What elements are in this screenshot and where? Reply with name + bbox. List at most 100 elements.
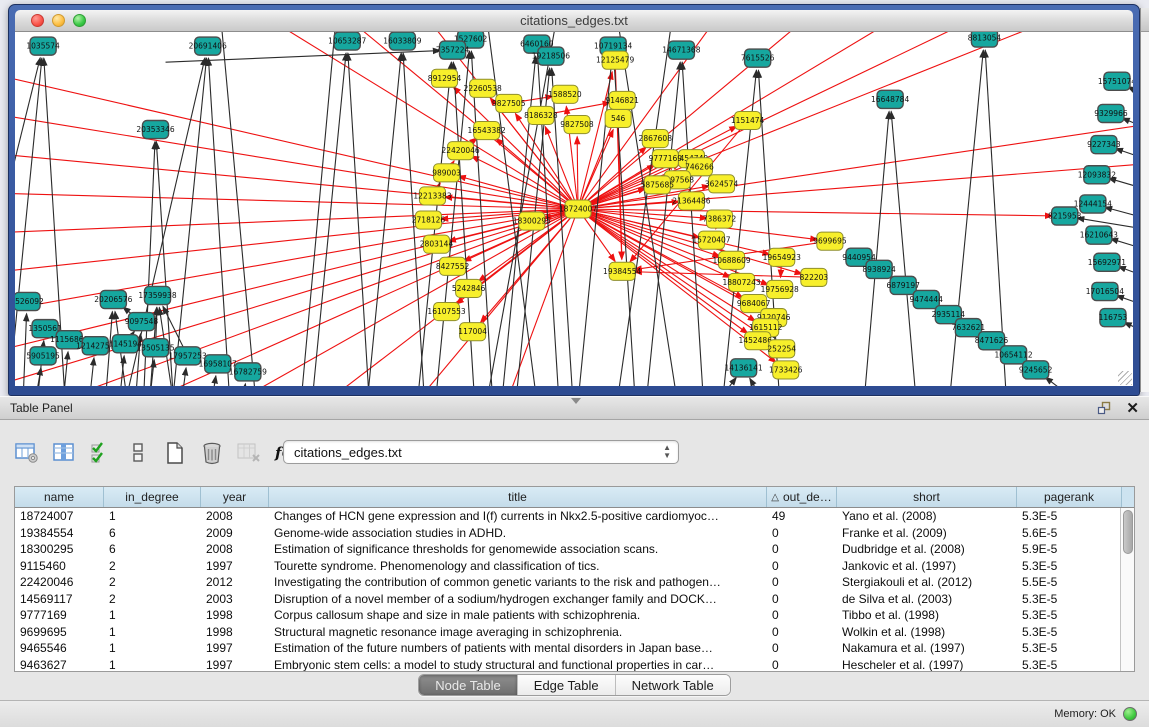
- table-cell[interactable]: 0: [767, 607, 837, 624]
- graph-node[interactable]: 9777169: [649, 150, 683, 168]
- graph-node[interactable]: 19756928: [761, 280, 799, 298]
- graph-node[interactable]: 2526092: [15, 292, 44, 310]
- graph-node[interactable]: 7615526: [741, 49, 775, 67]
- graph-node[interactable]: 15720407: [692, 231, 730, 249]
- new-table-icon[interactable]: [162, 440, 188, 466]
- table-row[interactable]: 946554611997Estimation of the future num…: [15, 640, 1134, 657]
- table-cell[interactable]: 5.3E-5: [1017, 657, 1122, 673]
- graph-node[interactable]: 20206576: [94, 290, 132, 308]
- table-row[interactable]: 946362711997Embryonic stem cells: a mode…: [15, 657, 1134, 673]
- vertical-scrollbar[interactable]: [1120, 508, 1134, 671]
- window-resize-grip[interactable]: [1118, 371, 1132, 385]
- graph-node[interactable]: 8813054: [968, 32, 1002, 47]
- table-cell[interactable]: 0: [767, 624, 837, 641]
- tab-edge-table[interactable]: Edge Table: [518, 675, 616, 695]
- table-cell[interactable]: 1: [104, 657, 201, 673]
- citation-edge-black[interactable]: [242, 384, 246, 386]
- float-panel-icon[interactable]: [1097, 401, 1112, 415]
- table-cell[interactable]: 2003: [201, 591, 269, 608]
- select-columns-icon[interactable]: [88, 440, 114, 466]
- table-cell[interactable]: 0: [767, 558, 837, 575]
- graph-node[interactable]: 14136141: [724, 359, 762, 377]
- graph-node[interactable]: 1151474: [731, 111, 765, 129]
- table-cell[interactable]: 5.3E-5: [1017, 558, 1122, 575]
- citation-edge-black[interactable]: [1108, 178, 1133, 189]
- table-cell[interactable]: 5.9E-5: [1017, 541, 1122, 558]
- table-row[interactable]: 1830029562008Estimation of significance …: [15, 541, 1134, 558]
- table-cell[interactable]: 5.3E-5: [1017, 624, 1122, 641]
- graph-node[interactable]: 252254: [767, 340, 796, 358]
- row-height-icon[interactable]: [125, 440, 151, 466]
- table-cell[interactable]: Nakamura et al. (1997): [837, 640, 1017, 657]
- column-header-year[interactable]: year: [201, 487, 269, 507]
- table-cell[interactable]: 5.3E-5: [1017, 607, 1122, 624]
- table-row[interactable]: 969969511998Structural magnetic resonanc…: [15, 624, 1134, 641]
- table-cell[interactable]: 0: [767, 525, 837, 542]
- column-header-pagerank[interactable]: pagerank: [1017, 487, 1122, 507]
- citation-edge-black[interactable]: [891, 111, 916, 386]
- graph-node[interactable]: 7386372: [703, 210, 737, 228]
- graph-node[interactable]: 16210643: [1080, 226, 1118, 244]
- table-cell[interactable]: 2: [104, 558, 201, 575]
- table-cell[interactable]: 1: [104, 624, 201, 641]
- citation-edge-black[interactable]: [750, 378, 764, 386]
- delete-column-icon[interactable]: [236, 440, 262, 466]
- table-cell[interactable]: 9115460: [15, 558, 104, 575]
- table-row[interactable]: 977716911998Corpus callosum shape and si…: [15, 607, 1134, 624]
- table-cell[interactable]: 0: [767, 541, 837, 558]
- table-cell[interactable]: 2008: [201, 541, 269, 558]
- close-window-icon[interactable]: [31, 14, 44, 27]
- table-cell[interactable]: 9463627: [15, 657, 104, 673]
- graph-node[interactable]: 15751074: [1098, 72, 1133, 90]
- graph-node[interactable]: 989003: [432, 164, 461, 182]
- graph-node[interactable]: 14671368: [662, 41, 700, 59]
- table-cell[interactable]: Corpus callosum shape and size in male p…: [269, 607, 767, 624]
- network-canvas[interactable]: 1035574206914061065328716033809881305415…: [15, 32, 1133, 386]
- graph-node[interactable]: 2867608: [639, 130, 673, 148]
- table-cell[interactable]: 9777169: [15, 607, 104, 624]
- minimize-window-icon[interactable]: [52, 14, 65, 27]
- citation-edge-black[interactable]: [23, 314, 27, 386]
- table-cell[interactable]: Investigating the contribution of common…: [269, 574, 767, 591]
- graph-node[interactable]: 8938924: [862, 260, 896, 278]
- splitter-handle-icon[interactable]: [571, 398, 581, 404]
- table-cell[interactable]: 1998: [201, 624, 269, 641]
- table-cell[interactable]: 22420046: [15, 574, 104, 591]
- column-header-out_de[interactable]: △out_de…: [767, 487, 837, 507]
- graph-node[interactable]: 15692971: [1088, 253, 1126, 271]
- table-cell[interactable]: 5.3E-5: [1017, 508, 1122, 525]
- table-cell[interactable]: Genome-wide association studies in ADHD.: [269, 525, 767, 542]
- citation-edge-black[interactable]: [1116, 295, 1133, 305]
- graph-node[interactable]: 9827508: [560, 115, 594, 133]
- table-cell[interactable]: Hescheler et al. (1997): [837, 657, 1017, 673]
- citation-edge-red[interactable]: [15, 210, 569, 273]
- graph-node[interactable]: 5242846: [452, 279, 486, 297]
- citation-edge-black[interactable]: [89, 358, 94, 386]
- table-row[interactable]: 1938455462009Genome-wide association stu…: [15, 525, 1134, 542]
- table-cell[interactable]: 1997: [201, 657, 269, 673]
- graph-node[interactable]: 5875685: [641, 176, 675, 194]
- table-row[interactable]: 1872400712008Changes of HCN gene express…: [15, 508, 1134, 525]
- table-cell[interactable]: 5.6E-5: [1017, 525, 1122, 542]
- citation-edge-black[interactable]: [1115, 149, 1133, 159]
- table-cell[interactable]: 9465546: [15, 640, 104, 657]
- graph-node[interactable]: 117004: [458, 323, 487, 341]
- zoom-window-icon[interactable]: [73, 14, 86, 27]
- graph-node[interactable]: 8186328: [524, 106, 558, 124]
- table-cell[interactable]: 6: [104, 541, 201, 558]
- table-cell[interactable]: Dudbridge et al. (2008): [837, 541, 1017, 558]
- table-cell[interactable]: 5.3E-5: [1017, 640, 1122, 657]
- graph-node[interactable]: 9245652: [1019, 361, 1053, 379]
- graph-node[interactable]: 9699695: [813, 232, 847, 250]
- table-cell[interactable]: 2: [104, 574, 201, 591]
- graph-node[interactable]: 546: [605, 109, 631, 127]
- table-settings-icon[interactable]: [14, 440, 40, 466]
- citation-edge-black[interactable]: [1110, 239, 1133, 250]
- table-row[interactable]: 2242004622012Investigating the contribut…: [15, 574, 1134, 591]
- table-cell[interactable]: 5.3E-5: [1017, 591, 1122, 608]
- graph-node[interactable]: 17359938: [138, 286, 176, 304]
- graph-node[interactable]: 19218506: [532, 47, 570, 65]
- delete-table-icon[interactable]: [199, 440, 225, 466]
- graph-node[interactable]: 22260538: [464, 79, 502, 97]
- citation-edge-red[interactable]: [15, 209, 569, 233]
